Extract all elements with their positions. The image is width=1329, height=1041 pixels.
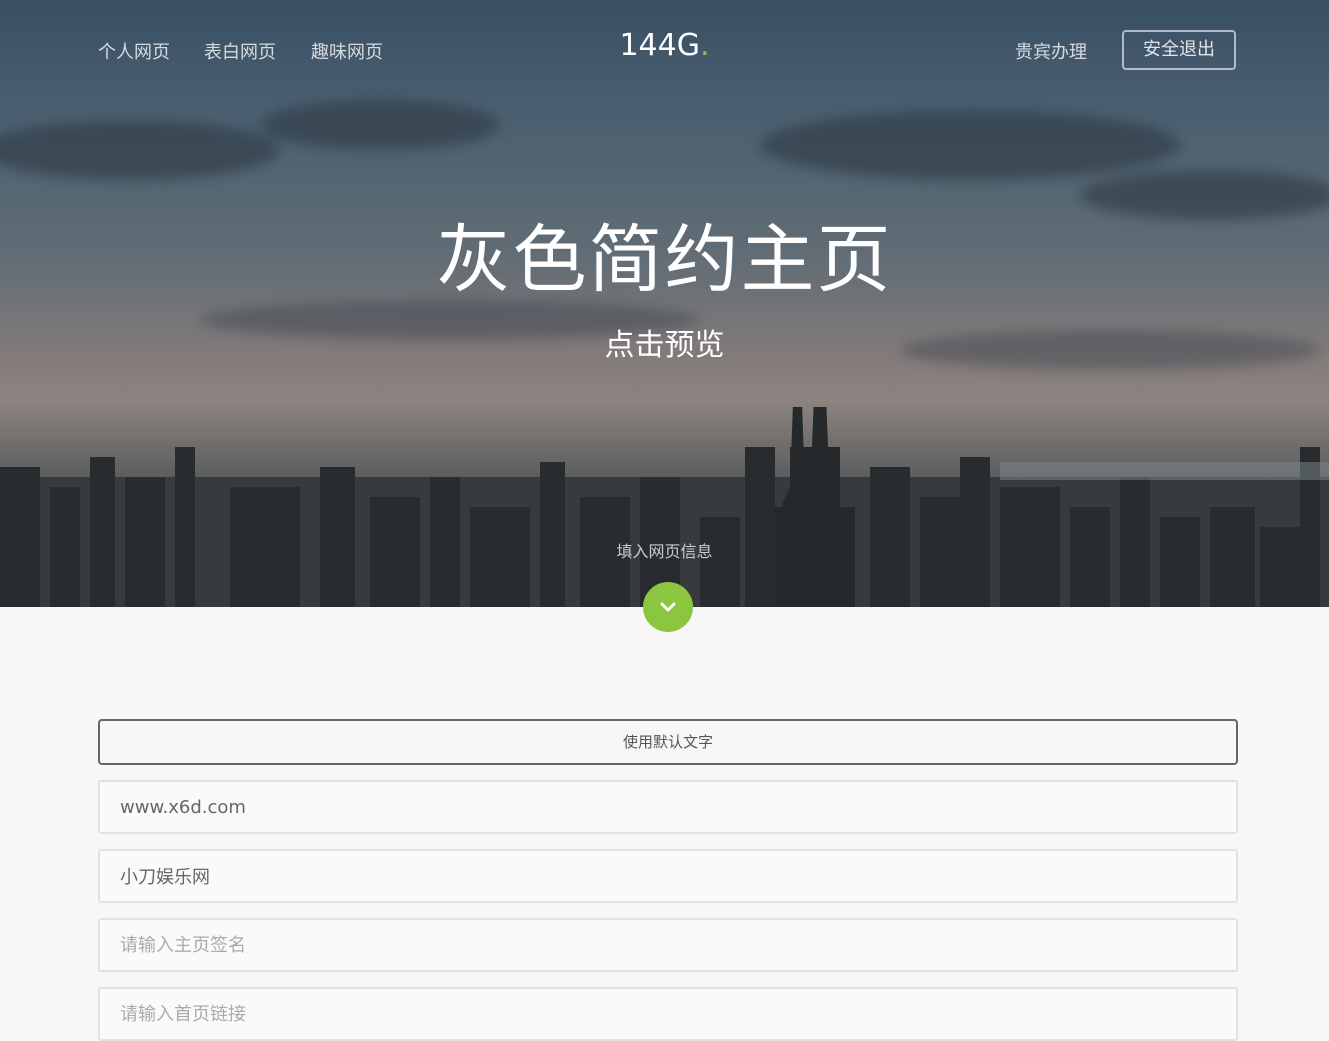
nav-vip-link[interactable]: 贵宾办理 <box>1015 38 1087 64</box>
site-name-field[interactable] <box>98 849 1238 903</box>
homepage-link-field[interactable] <box>98 987 1238 1041</box>
nav-love-page[interactable]: 表白网页 <box>204 38 276 64</box>
signature-field[interactable] <box>98 918 1238 972</box>
chevron-down-icon <box>660 602 676 612</box>
use-default-text-button[interactable]: 使用默认文字 <box>98 719 1238 765</box>
website-url-field[interactable] <box>98 780 1238 834</box>
nav-personal-page[interactable]: 个人网页 <box>98 38 170 64</box>
nav-fun-page[interactable]: 趣味网页 <box>311 38 383 64</box>
logout-button[interactable]: 安全退出 <box>1122 30 1236 70</box>
scroll-down-button[interactable] <box>643 582 693 632</box>
page-title: 灰色简约主页 <box>436 217 893 303</box>
fill-info-hint: 填入网页信息 <box>616 542 713 561</box>
preview-link[interactable]: 点击预览 <box>0 320 1329 364</box>
